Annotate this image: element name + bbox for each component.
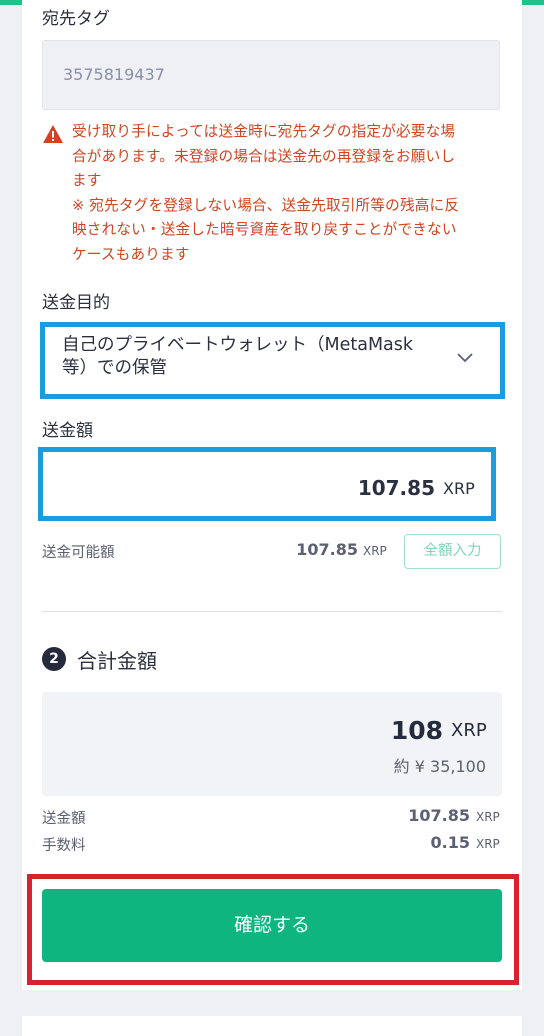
breakdown-send-amount-value: 107.85 bbox=[408, 806, 470, 825]
chevron-down-icon bbox=[457, 353, 473, 363]
available-amount-value: 107.85 bbox=[296, 540, 358, 559]
amount-unit: XRP bbox=[443, 479, 475, 498]
amount-label: 送金額 bbox=[42, 421, 93, 441]
total-section-title: 合計金額 bbox=[77, 649, 157, 673]
destination-tag-warning: 受け取り手によっては送金時に宛先タグの指定が必要な場 合があります。未登録の場合… bbox=[72, 123, 460, 263]
confirm-button[interactable]: 確認する bbox=[42, 889, 502, 962]
breakdown-send-amount-label: 送金額 bbox=[42, 811, 86, 827]
available-amount-unit: XRP bbox=[363, 544, 387, 558]
purpose-selected-value: 自己のプライベートウォレット（MetaMask 等）での保管 bbox=[62, 335, 414, 378]
available-amount-label: 送金可能額 bbox=[42, 545, 115, 561]
fill-all-button[interactable]: 全額入力 bbox=[404, 534, 501, 569]
amount-value: 107.85 bbox=[357, 476, 435, 500]
breakdown-fee-value: 0.15 bbox=[430, 833, 470, 852]
destination-tag-field: 3575819437 bbox=[42, 40, 500, 110]
step-number-badge: 2 bbox=[42, 647, 66, 671]
breakdown-send-amount-unit: XRP bbox=[476, 810, 500, 824]
purpose-label: 送金目的 bbox=[42, 293, 110, 313]
total-unit: XRP bbox=[451, 720, 487, 741]
total-jpy-estimate: 約 ¥ 35,100 bbox=[393, 757, 486, 776]
destination-tag-label: 宛先タグ bbox=[42, 9, 110, 29]
warning-triangle-icon bbox=[43, 125, 63, 143]
total-value: 108 bbox=[390, 716, 443, 745]
breakdown-fee-unit: XRP bbox=[476, 837, 500, 851]
section-divider bbox=[42, 611, 502, 612]
next-card bbox=[22, 1016, 522, 1036]
breakdown-fee-label: 手数料 bbox=[42, 838, 86, 854]
